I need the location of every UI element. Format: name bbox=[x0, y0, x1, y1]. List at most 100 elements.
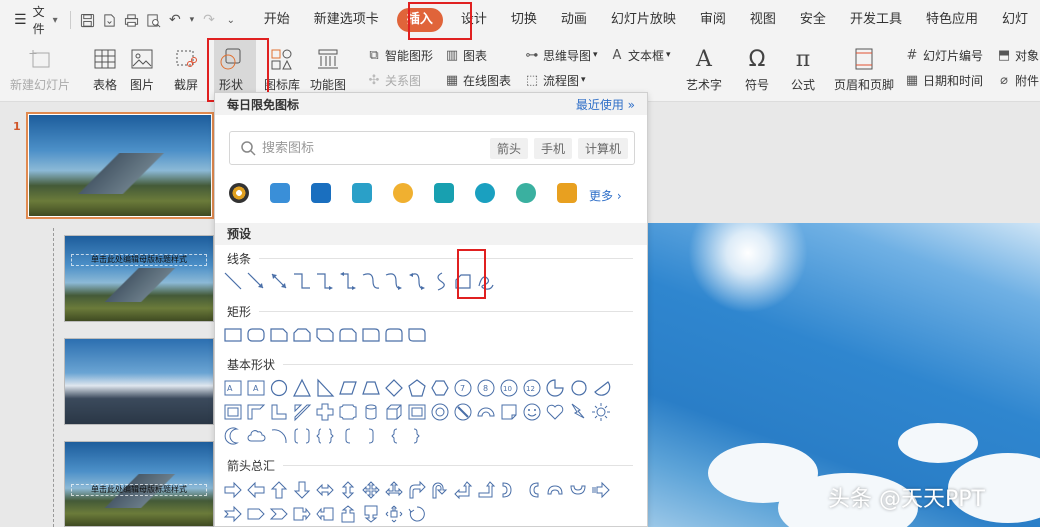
laptop-icon[interactable] bbox=[311, 183, 331, 203]
shape-quad-arrow-callout[interactable] bbox=[384, 504, 404, 524]
search-chip-phone[interactable]: 手机 bbox=[533, 137, 572, 159]
shape-sun[interactable] bbox=[591, 402, 611, 422]
shape-heart[interactable] bbox=[545, 402, 565, 422]
shape-notched-right-arrow[interactable] bbox=[223, 504, 243, 524]
shape-pentagon-arrow[interactable] bbox=[246, 504, 266, 524]
shape-curved-arrow-connector[interactable] bbox=[384, 271, 404, 291]
shape-hexagon[interactable] bbox=[430, 378, 450, 398]
tab-review[interactable]: 审阅 bbox=[688, 0, 738, 40]
relation-chart-button[interactable]: ✣ 关系图 bbox=[366, 70, 421, 90]
shape-diamond[interactable] bbox=[384, 378, 404, 398]
target-icon[interactable] bbox=[229, 183, 249, 203]
search-chip-arrow[interactable]: 箭头 bbox=[489, 137, 528, 159]
tab-developer[interactable]: 开发工具 bbox=[838, 0, 914, 40]
shape-folded-corner[interactable] bbox=[499, 402, 519, 422]
shape-left-up-arrow[interactable] bbox=[453, 480, 473, 500]
shape-line[interactable] bbox=[223, 271, 243, 291]
mindmap-button[interactable]: ⊶ 思维导图 ▾ bbox=[524, 45, 598, 65]
slide-thumbnail-1[interactable] bbox=[26, 112, 214, 219]
chart-button[interactable]: ▥ 图表 bbox=[444, 45, 487, 65]
shape-round-single-corner-rect[interactable] bbox=[361, 325, 381, 345]
shape-double-brace[interactable] bbox=[315, 426, 335, 446]
shape-arc[interactable] bbox=[269, 426, 289, 446]
attachment-button[interactable]: ⌀ 附件 bbox=[996, 70, 1039, 90]
shape-left-right-up-arrow[interactable] bbox=[384, 480, 404, 500]
shape-u-turn-arrow[interactable] bbox=[430, 480, 450, 500]
textbox-button[interactable]: A 文本框 ▾ bbox=[609, 45, 671, 65]
shape-round-diagonal-rect[interactable] bbox=[407, 325, 427, 345]
shape-curved-double-arrow-connector[interactable] bbox=[407, 271, 427, 291]
tab-animation[interactable]: 动画 bbox=[549, 0, 599, 40]
search-chip-computer[interactable]: 计算机 bbox=[577, 137, 628, 159]
shape-smiley[interactable] bbox=[522, 402, 542, 422]
shape-snip-diagonal-rect[interactable] bbox=[315, 325, 335, 345]
shape-chevron[interactable] bbox=[269, 504, 289, 524]
shape-right-triangle[interactable] bbox=[315, 378, 335, 398]
shape-decagon[interactable]: 10 bbox=[499, 378, 519, 398]
picture-button[interactable]: 图片 bbox=[129, 42, 155, 93]
shape-octagon[interactable]: 8 bbox=[476, 378, 496, 398]
shape-double-bracket[interactable] bbox=[292, 426, 312, 446]
online-chart-button[interactable]: ▦ 在线图表 bbox=[444, 70, 511, 90]
globe-icon[interactable] bbox=[393, 183, 413, 203]
shape-curved-connector[interactable] bbox=[361, 271, 381, 291]
redo-icon[interactable]: ↷ bbox=[200, 9, 218, 31]
shape-lightning-bolt[interactable] bbox=[568, 402, 588, 422]
shape-up-arrow-callout[interactable] bbox=[338, 504, 358, 524]
shape-cloud[interactable] bbox=[246, 426, 266, 446]
shape-left-bracket[interactable] bbox=[338, 426, 358, 446]
shape-elbow-arrow-connector[interactable] bbox=[315, 271, 335, 291]
date-time-button[interactable]: ▦ 日期和时间 bbox=[904, 70, 983, 90]
formula-button[interactable]: π 公式 bbox=[790, 42, 816, 93]
chevron-down-icon[interactable]: ▾ bbox=[188, 9, 196, 31]
shape-curved-up-arrow[interactable] bbox=[545, 480, 565, 500]
art-text-button[interactable]: A 艺术字 bbox=[686, 42, 722, 93]
shape-curve[interactable] bbox=[430, 271, 450, 291]
shape-bevel[interactable] bbox=[407, 402, 427, 422]
shape-up-arrow[interactable] bbox=[269, 480, 289, 500]
print-preview-icon[interactable] bbox=[144, 9, 162, 31]
search-input[interactable] bbox=[262, 140, 484, 156]
screenshot-button[interactable]: 截屏 bbox=[173, 42, 199, 93]
shape-bent-up-arrow[interactable] bbox=[476, 480, 496, 500]
shape-curved-right-arrow[interactable] bbox=[499, 480, 519, 500]
tab-home[interactable]: 开始 bbox=[252, 0, 302, 40]
mail-icon[interactable] bbox=[475, 183, 495, 203]
card-icon[interactable] bbox=[557, 183, 577, 203]
shape-diagonal-stripe[interactable] bbox=[292, 402, 312, 422]
symbol-button[interactable]: Ω 符号 bbox=[744, 42, 770, 93]
shape-plaque[interactable] bbox=[338, 402, 358, 422]
customize-quick-access-icon[interactable]: ⌄ bbox=[222, 9, 240, 31]
shape-right-brace[interactable] bbox=[407, 426, 427, 446]
recent-link[interactable]: 最近使用 » bbox=[576, 96, 635, 113]
shape-l-shape[interactable] bbox=[269, 402, 289, 422]
shape-curved-left-arrow[interactable] bbox=[522, 480, 542, 500]
shape-round-same-side-rect[interactable] bbox=[384, 325, 404, 345]
layout-thumbnail-2[interactable] bbox=[64, 338, 214, 425]
shape-snip-same-side-rect[interactable] bbox=[292, 325, 312, 345]
shape-half-frame[interactable] bbox=[246, 402, 266, 422]
shape-donut[interactable] bbox=[430, 402, 450, 422]
shape-down-arrow[interactable] bbox=[292, 480, 312, 500]
shape-arrow-line[interactable] bbox=[246, 271, 266, 291]
shape-text-box[interactable]: A bbox=[223, 378, 243, 398]
slide-number-button[interactable]: # 幻灯片编号 bbox=[904, 45, 983, 65]
shape-pie[interactable] bbox=[545, 378, 565, 398]
save-icon[interactable] bbox=[78, 9, 96, 31]
shape-double-arrow-line[interactable] bbox=[269, 271, 289, 291]
shape-down-arrow-callout[interactable] bbox=[361, 504, 381, 524]
shape-vertical-text-box[interactable]: A bbox=[246, 378, 266, 398]
new-slide-button[interactable]: 新建幻灯片 bbox=[10, 42, 70, 93]
shape-right-bracket[interactable] bbox=[361, 426, 381, 446]
shape-trapezoid[interactable] bbox=[361, 378, 381, 398]
shape-snip-round-rect[interactable] bbox=[338, 325, 358, 345]
tab-new-tab[interactable]: 新建选项卡 bbox=[302, 0, 391, 40]
shape-snip-corner-rect[interactable] bbox=[269, 325, 289, 345]
shape-teardrop[interactable] bbox=[568, 378, 588, 398]
shape-elbow-connector[interactable] bbox=[292, 271, 312, 291]
shape-block-arc[interactable] bbox=[476, 402, 496, 422]
shape-cross[interactable] bbox=[315, 402, 335, 422]
file-menu[interactable]: ☰ 文件 ▾ bbox=[0, 0, 64, 40]
shape-curved-down-arrow[interactable] bbox=[568, 480, 588, 500]
print-icon[interactable] bbox=[122, 9, 140, 31]
